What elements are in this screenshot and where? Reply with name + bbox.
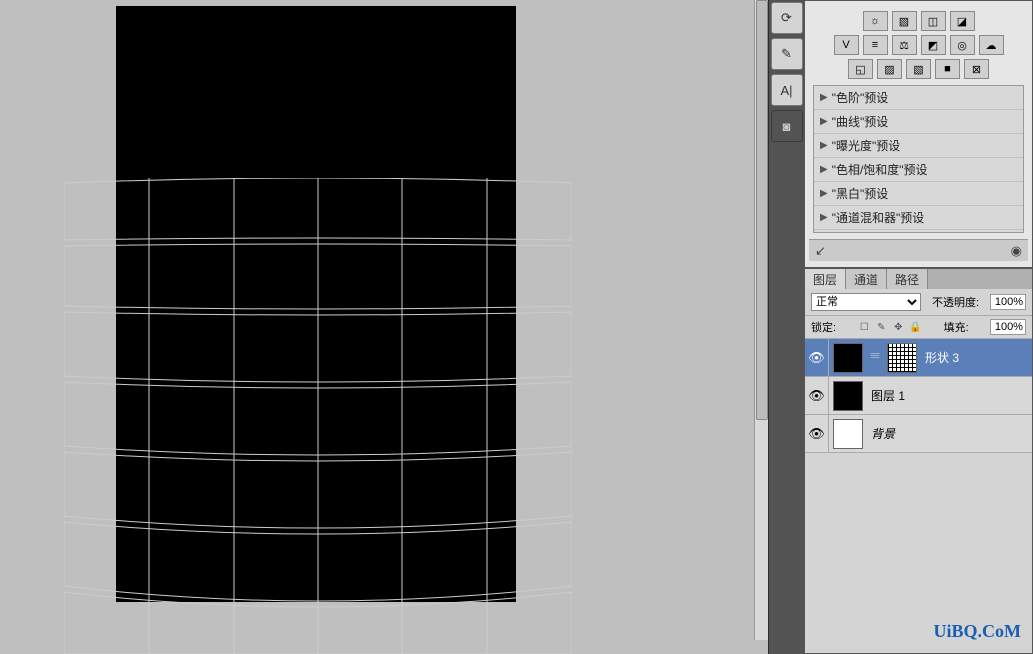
link-icon: 𝄘 (867, 351, 883, 364)
layer-name: 形状 3 (921, 349, 959, 366)
invert-icon[interactable]: ◱ (848, 59, 873, 79)
preset-curves[interactable]: ▶"曲线"预设 (814, 110, 1023, 134)
preset-hue-saturation[interactable]: ▶"色相/饱和度"预设 (814, 158, 1023, 182)
balance-icon[interactable]: ⚖ (892, 35, 917, 55)
adjust-panel-footer: ↙ ◉ (809, 239, 1028, 261)
gradient-map-icon[interactable]: ■ (935, 59, 960, 79)
tab-channels[interactable]: 通道 (846, 269, 887, 289)
exposure-icon[interactable]: ◪ (950, 11, 975, 31)
layer-row-background[interactable]: 👁 背景 (805, 415, 1032, 453)
brightness-icon[interactable]: ☼ (863, 11, 888, 31)
warped-grid-shape (64, 178, 572, 654)
lock-fill-row: 锁定: ☐ ✎ ✥ 🔒 填充: (805, 316, 1032, 339)
opacity-input[interactable] (990, 294, 1026, 310)
hue-icon[interactable]: ≡ (863, 35, 888, 55)
preset-list[interactable]: ▶"色阶"预设 ▶"曲线"预设 ▶"曝光度"预设 ▶"色相/饱和度"预设 ▶"黑… (813, 85, 1024, 233)
bw-icon[interactable]: ◩ (921, 35, 946, 55)
layer-thumb (833, 419, 863, 449)
vertical-scrollbar[interactable] (754, 0, 768, 640)
layer-thumb (833, 381, 863, 411)
layer-name: 背景 (867, 425, 895, 442)
chevron-right-icon: ▶ (820, 164, 828, 175)
preset-levels[interactable]: ▶"色阶"预设 (814, 86, 1023, 110)
tool-initials[interactable]: ◙ (771, 110, 803, 142)
adjust-row-2: V ≡ ⚖ ◩ ◎ ☁ (809, 35, 1028, 55)
vector-mask-thumb (887, 343, 917, 373)
lock-transparent-icon[interactable]: ☐ (857, 320, 871, 334)
layers-panel: 图层 通道 路径 正常 不透明度: 锁定: ☐ ✎ ✥ 🔒 填充: 👁 (804, 268, 1033, 654)
adjust-row-3: ◱ ▨ ▧ ■ ⊠ (809, 59, 1028, 79)
trash-icon[interactable]: ◉ (1011, 243, 1022, 259)
threshold-icon[interactable]: ▧ (906, 59, 931, 79)
tool-rotate[interactable]: ⟳ (771, 2, 803, 34)
tool-dock: ⟳ ✎ A| ◙ (768, 0, 804, 654)
adjust-row-1: ☼ ▧ ◫ ◪ (809, 11, 1028, 31)
lock-label: 锁定: (811, 319, 836, 335)
tab-layers[interactable]: 图层 (805, 269, 846, 289)
lock-all-icon[interactable]: 🔒 (908, 320, 922, 334)
lock-icons: ☐ ✎ ✥ 🔒 (857, 320, 922, 334)
visibility-toggle[interactable]: 👁 (805, 415, 829, 452)
layer-name: 图层 1 (867, 387, 905, 404)
tool-character[interactable]: A| (771, 74, 803, 106)
blend-mode-select[interactable]: 正常 (811, 293, 921, 311)
layer-thumb (833, 343, 863, 373)
opacity-label: 不透明度: (932, 294, 979, 310)
right-panels: ☼ ▧ ◫ ◪ V ≡ ⚖ ◩ ◎ ☁ ◱ ▨ ▧ ■ ⊠ ▶"色阶"预设 ▶"… (804, 0, 1033, 654)
chevron-right-icon: ▶ (820, 92, 828, 103)
preset-black-white[interactable]: ▶"黑白"预设 (814, 182, 1023, 206)
layer-row-shape3[interactable]: 👁 𝄘 形状 3 (805, 339, 1032, 377)
lock-position-icon[interactable]: ✥ (891, 320, 905, 334)
clip-icon[interactable]: ↙ (815, 243, 826, 259)
chevron-right-icon: ▶ (820, 212, 828, 223)
selective-color-icon[interactable]: ⊠ (964, 59, 989, 79)
preset-selective-color[interactable]: ▶"可选颜色"预设 (814, 230, 1023, 233)
canvas-area[interactable] (0, 0, 768, 654)
scrollbar-thumb[interactable] (756, 0, 768, 420)
preset-channel-mixer[interactable]: ▶"通道混和器"预设 (814, 206, 1023, 230)
fill-input[interactable] (990, 319, 1026, 335)
curves-icon[interactable]: ◫ (921, 11, 946, 31)
levels-icon[interactable]: ▧ (892, 11, 917, 31)
visibility-toggle[interactable]: 👁 (805, 377, 829, 414)
tool-brush[interactable]: ✎ (771, 38, 803, 70)
chevron-right-icon: ▶ (820, 188, 828, 199)
lock-pixels-icon[interactable]: ✎ (874, 320, 888, 334)
visibility-toggle[interactable]: 👁 (805, 339, 829, 376)
photo-filter-icon[interactable]: ◎ (950, 35, 975, 55)
blend-opacity-row: 正常 不透明度: (805, 289, 1032, 316)
chevron-right-icon: ▶ (820, 116, 828, 127)
adjustments-panel: ☼ ▧ ◫ ◪ V ≡ ⚖ ◩ ◎ ☁ ◱ ▨ ▧ ■ ⊠ ▶"色阶"预设 ▶"… (804, 0, 1033, 268)
layer-row-layer1[interactable]: 👁 图层 1 (805, 377, 1032, 415)
vibrance-icon[interactable]: V (834, 35, 859, 55)
chevron-right-icon: ▶ (820, 140, 828, 151)
mixer-icon[interactable]: ☁ (979, 35, 1004, 55)
layer-list: 👁 𝄘 形状 3 👁 图层 1 👁 背景 (805, 339, 1032, 653)
tab-paths[interactable]: 路径 (887, 269, 928, 289)
fill-label: 填充: (944, 319, 969, 335)
posterize-icon[interactable]: ▨ (877, 59, 902, 79)
layer-tabs: 图层 通道 路径 (805, 269, 1032, 289)
preset-exposure[interactable]: ▶"曝光度"预设 (814, 134, 1023, 158)
watermark: UiBQ.CoM (934, 621, 1022, 642)
